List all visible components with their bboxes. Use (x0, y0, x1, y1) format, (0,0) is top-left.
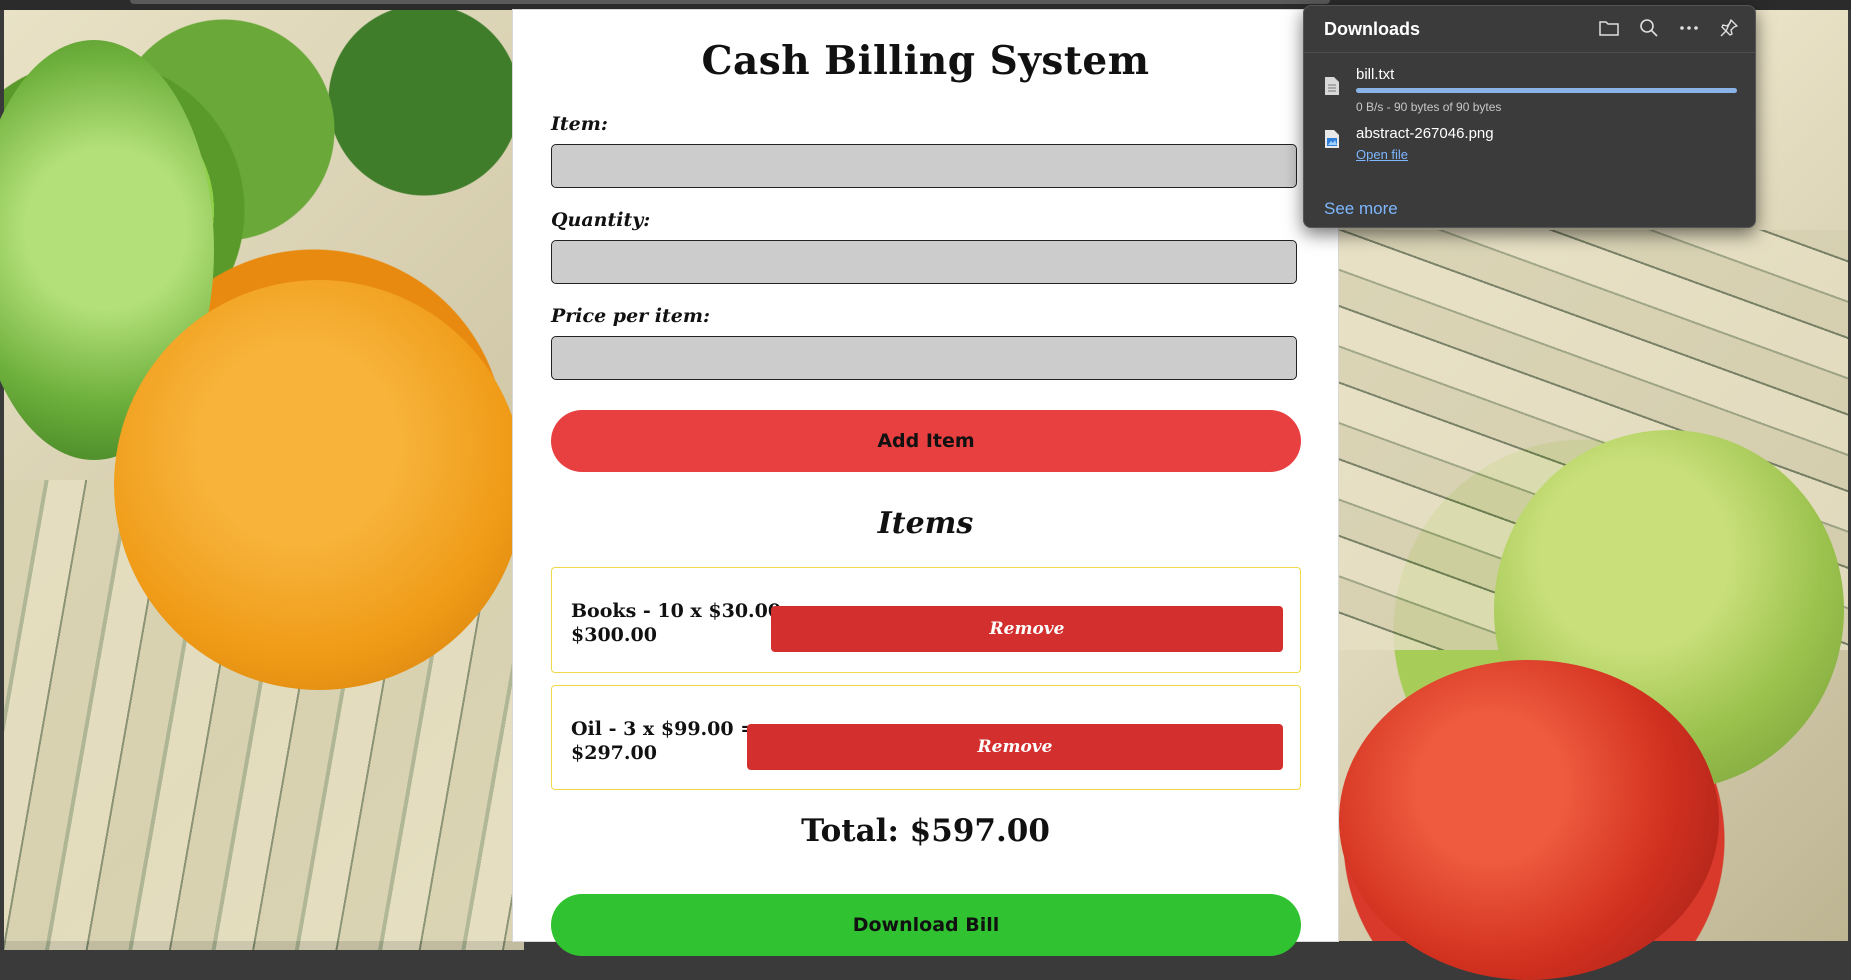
downloads-header: Downloads (1304, 6, 1755, 53)
items-heading: Items (877, 506, 974, 541)
download-item[interactable]: abstract-267046.png Open file (1324, 125, 1744, 165)
item-line-2: $300.00 (571, 624, 657, 646)
pin-icon[interactable] (1717, 16, 1741, 40)
image-file-icon (1325, 130, 1339, 148)
billing-panel: Cash Billing System Item: Quantity: Pric… (513, 10, 1338, 956)
list-item: Books - 10 x $30.00 = $300.00 Remove (551, 567, 1301, 673)
remove-button[interactable]: Remove (747, 724, 1283, 770)
download-bill-button[interactable]: Download Bill (551, 894, 1301, 956)
see-more-link[interactable]: See more (1324, 199, 1398, 219)
item-label: Item: (551, 113, 608, 135)
price-label: Price per item: (551, 305, 710, 327)
quantity-label: Quantity: (551, 209, 651, 231)
page-title: Cash Billing System (701, 38, 1150, 84)
file-name: bill.txt (1356, 66, 1395, 83)
browser-tab-edge (130, 0, 1330, 4)
search-icon[interactable] (1637, 16, 1661, 40)
more-icon[interactable] (1677, 16, 1701, 40)
background-red-apple (1339, 660, 1719, 980)
list-item: Oil - 3 x $99.00 = $297.00 Remove (551, 685, 1301, 790)
item-line-1: Books - 10 x $30.00 = (571, 600, 804, 622)
remove-button[interactable]: Remove (771, 606, 1283, 652)
item-description: Oil - 3 x $99.00 = $297.00 (571, 717, 756, 765)
background-orange (114, 280, 524, 690)
download-item[interactable]: bill.txt 0 B/s - 90 bytes of 90 bytes (1324, 66, 1744, 114)
download-progress-fill (1356, 88, 1737, 93)
text-file-icon (1325, 77, 1339, 95)
downloads-title: Downloads (1324, 19, 1421, 39)
folder-icon[interactable] (1597, 16, 1621, 40)
open-file-link[interactable]: Open file (1356, 147, 1408, 162)
total-amount: Total: $597.00 (801, 813, 1050, 849)
quantity-input[interactable] (551, 240, 1297, 284)
downloads-toolbar (1597, 16, 1741, 40)
download-status: 0 B/s - 90 bytes of 90 bytes (1356, 100, 1502, 114)
item-input[interactable] (551, 144, 1297, 188)
item-description: Books - 10 x $30.00 = $300.00 (571, 599, 804, 647)
price-input[interactable] (551, 336, 1297, 380)
add-item-button[interactable]: Add Item (551, 410, 1301, 472)
file-name: abstract-267046.png (1356, 125, 1494, 142)
downloads-panel: Downloads bill.txt 0 B/s - 90 bytes of 9… (1303, 5, 1756, 228)
download-progress-bar (1356, 88, 1737, 93)
item-line-2: $297.00 (571, 742, 657, 764)
item-line-1: Oil - 3 x $99.00 = (571, 718, 757, 740)
